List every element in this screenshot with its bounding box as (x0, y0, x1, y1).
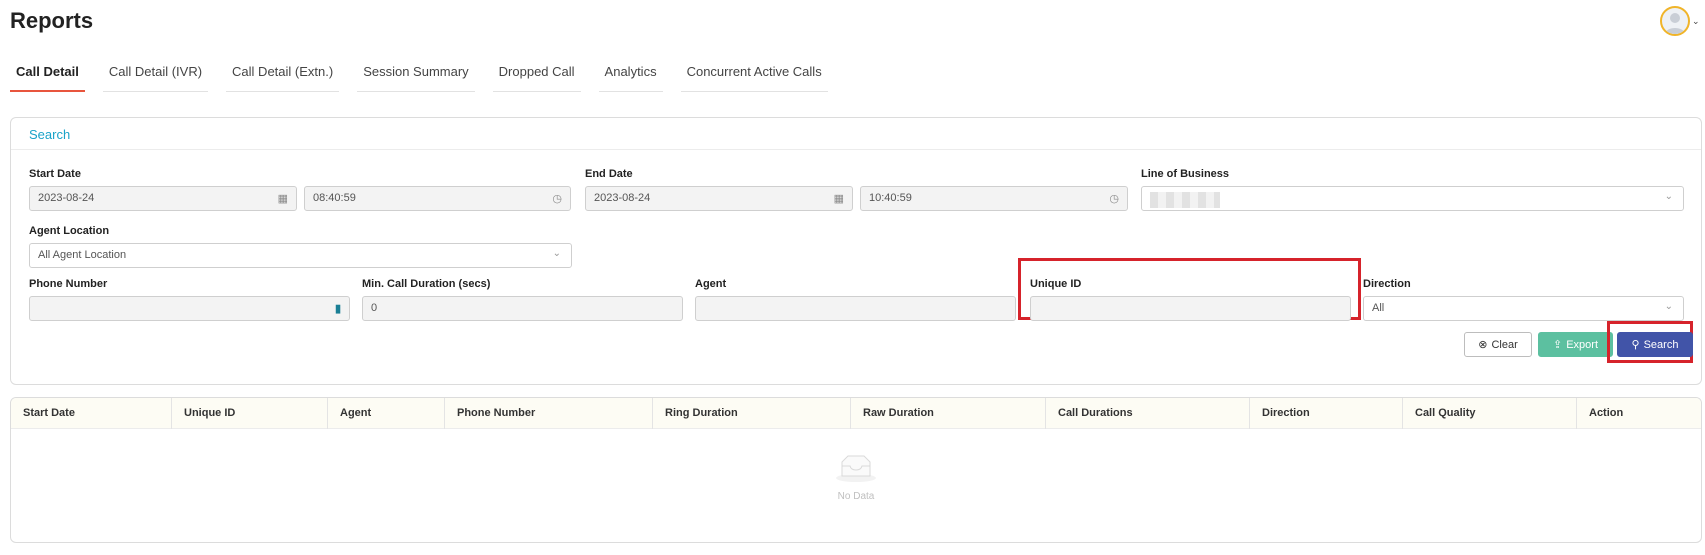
start-date-value: 2023-08-24 (38, 192, 95, 204)
column-header-ring-duration[interactable]: Ring Duration (653, 398, 851, 429)
phone-number-input[interactable]: ▮ (29, 296, 350, 321)
search-panel: Search Start Date 2023-08-24 ▦ 08:40:59 … (10, 117, 1702, 385)
search-button-label: Search (1643, 338, 1679, 351)
direction-select[interactable]: All ⌄ (1363, 296, 1684, 321)
direction-label: Direction (1363, 278, 1411, 290)
clear-button[interactable]: ⊗ Clear (1464, 332, 1532, 357)
agent-label: Agent (695, 278, 727, 290)
clear-icon: ⊗ (1478, 339, 1488, 351)
direction-value: All (1372, 302, 1385, 314)
empty-state: No Data (11, 454, 1701, 502)
line-of-business-select[interactable]: ⌄ (1141, 186, 1684, 211)
agent-location-value: All Agent Location (38, 249, 127, 261)
column-header-raw-duration[interactable]: Raw Duration (851, 398, 1046, 429)
tab-session-summary[interactable]: Session Summary (357, 58, 475, 92)
export-button-label: Export (1566, 338, 1598, 351)
chevron-down-icon: ⌄ (552, 248, 561, 259)
start-date-input[interactable]: 2023-08-24 ▦ (29, 186, 297, 211)
redacted-value (1150, 192, 1220, 208)
min-call-duration-input[interactable]: 0 (362, 296, 683, 321)
agent-location-label: Agent Location (29, 225, 110, 237)
end-date-label: End Date (585, 168, 633, 180)
column-header-direction[interactable]: Direction (1250, 398, 1403, 429)
tab-analytics[interactable]: Analytics (598, 58, 663, 92)
column-header-agent[interactable]: Agent (328, 398, 445, 429)
end-time-value: 10:40:59 (869, 192, 912, 204)
empty-inbox-icon (836, 455, 876, 482)
search-icon: ⚲ (1631, 339, 1640, 351)
phone-number-label: Phone Number (29, 278, 108, 290)
column-header-action[interactable]: Action (1577, 398, 1701, 429)
column-header-phone-number[interactable]: Phone Number (445, 398, 653, 429)
user-avatar-icon[interactable] (1660, 6, 1690, 36)
page-title: Reports (10, 8, 94, 33)
clear-button-label: Clear (1491, 338, 1518, 351)
column-header-unique-id[interactable]: Unique ID (172, 398, 328, 429)
search-panel-title: Search (11, 118, 1701, 150)
report-tabs: Call Detail Call Detail (IVR) Call Detai… (10, 58, 846, 92)
end-time-input[interactable]: 10:40:59 ◷ (860, 186, 1128, 211)
column-header-call-durations[interactable]: Call Durations (1046, 398, 1250, 429)
search-button[interactable]: ⚲ Search (1617, 332, 1693, 357)
chevron-down-icon[interactable]: ⌄ (1692, 16, 1700, 27)
column-header-start-date[interactable]: Start Date (11, 398, 172, 429)
start-time-value: 08:40:59 (313, 192, 356, 204)
line-of-business-label: Line of Business (1141, 168, 1230, 180)
clock-icon: ◷ (552, 193, 562, 205)
agent-location-select[interactable]: All Agent Location ⌄ (29, 243, 572, 268)
clock-icon: ◷ (1109, 193, 1119, 205)
agent-input[interactable] (695, 296, 1016, 321)
unique-id-label: Unique ID (1030, 278, 1082, 290)
contact-picker-icon[interactable]: ▮ (335, 302, 341, 315)
table-header: Start Date Unique ID Agent Phone Number … (11, 398, 1701, 429)
chevron-down-icon: ⌄ (1664, 191, 1673, 202)
chevron-down-icon: ⌄ (1664, 301, 1673, 312)
unique-id-input[interactable] (1030, 296, 1351, 321)
export-button[interactable]: ⇪ Export (1538, 332, 1613, 357)
tab-call-detail-extn[interactable]: Call Detail (Extn.) (226, 58, 340, 92)
start-time-input[interactable]: 08:40:59 ◷ (304, 186, 571, 211)
empty-state-text: No Data (837, 491, 875, 502)
min-call-duration-label: Min. Call Duration (secs) (362, 278, 491, 290)
calendar-icon: ▦ (833, 193, 844, 205)
end-date-input[interactable]: 2023-08-24 ▦ (585, 186, 853, 211)
min-call-duration-value: 0 (371, 302, 378, 314)
calendar-icon: ▦ (277, 193, 288, 205)
results-table: Start Date Unique ID Agent Phone Number … (10, 397, 1702, 543)
tab-dropped-call[interactable]: Dropped Call (492, 58, 581, 92)
export-icon: ⇪ (1552, 339, 1563, 351)
tab-concurrent-active-calls[interactable]: Concurrent Active Calls (680, 58, 828, 92)
column-header-call-quality[interactable]: Call Quality (1403, 398, 1577, 429)
start-date-label: Start Date (29, 168, 81, 180)
end-date-value: 2023-08-24 (594, 192, 651, 204)
user-menu[interactable]: ⌄ (1660, 6, 1700, 36)
tab-call-detail[interactable]: Call Detail (10, 58, 85, 92)
tab-call-detail-ivr[interactable]: Call Detail (IVR) (102, 58, 209, 92)
